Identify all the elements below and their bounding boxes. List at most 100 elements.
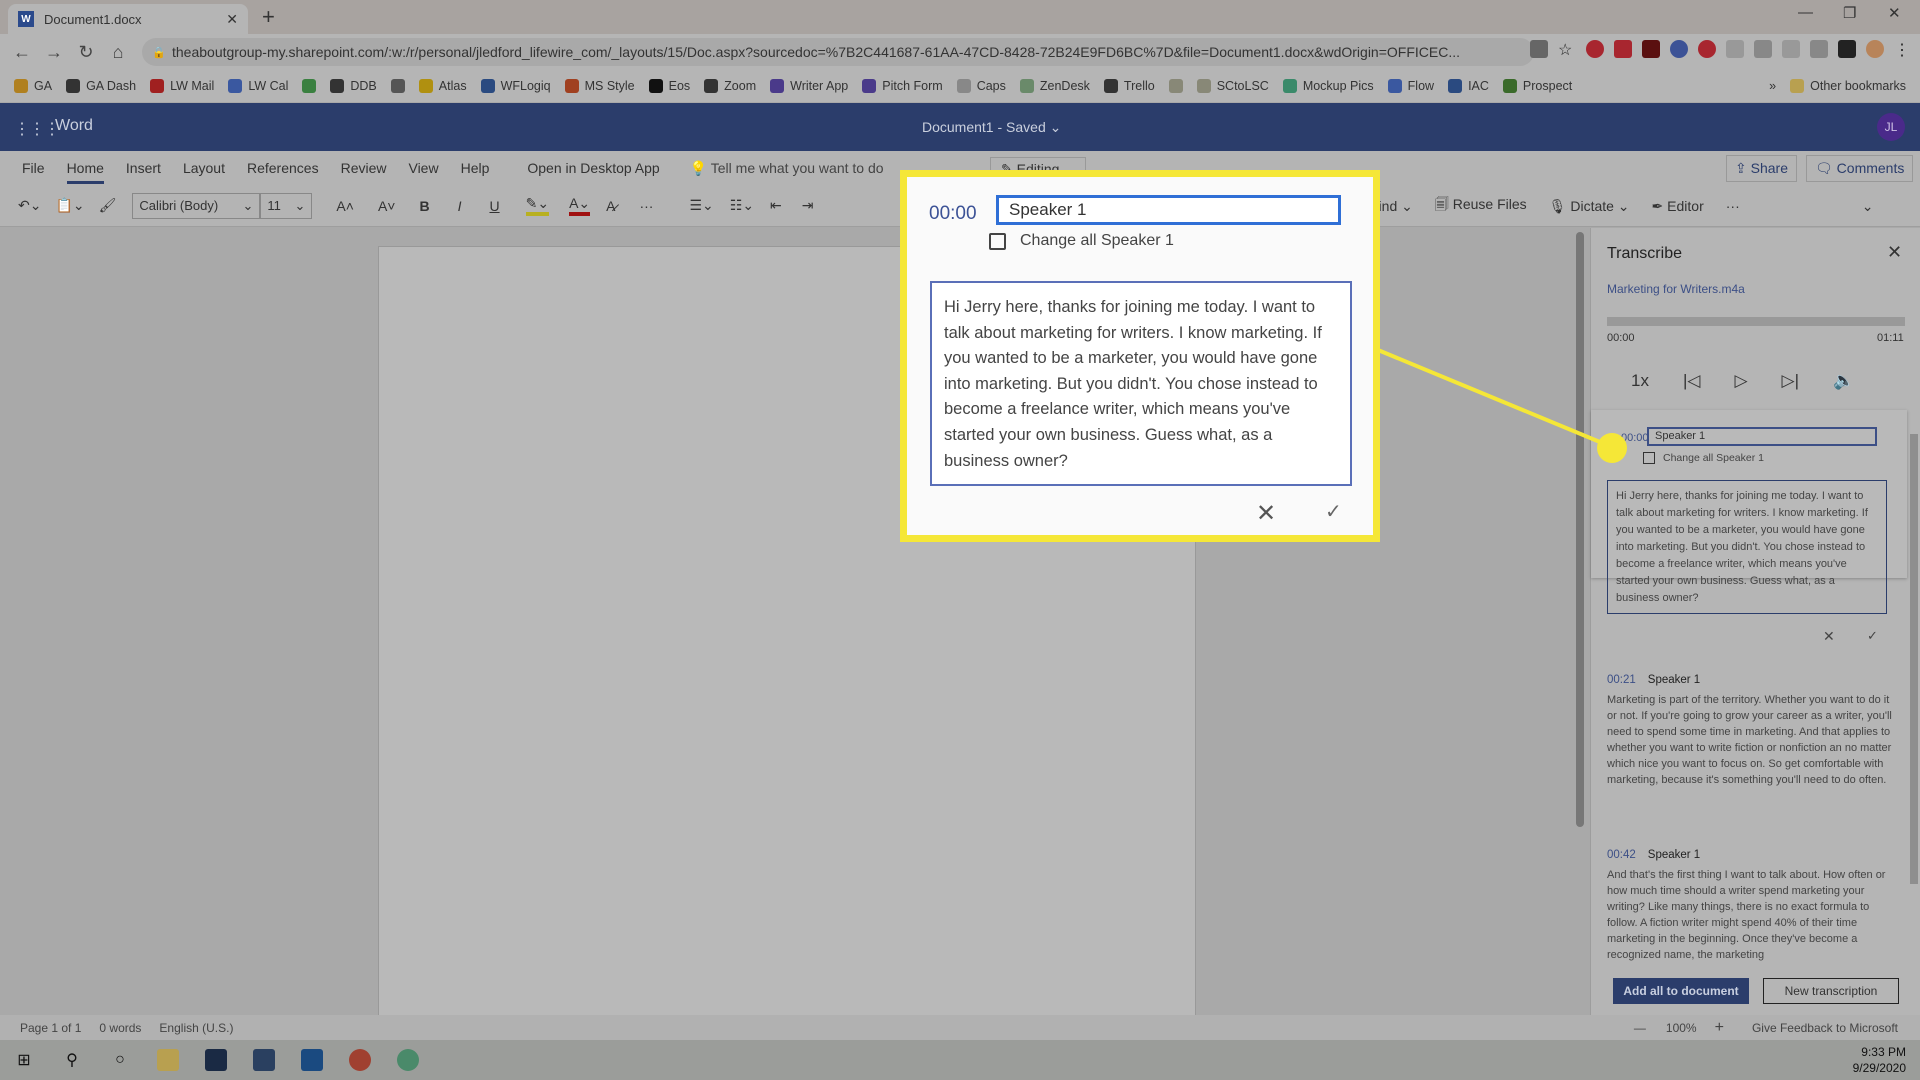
playback-progress-bar[interactable] [1607,317,1905,326]
transcript-segment[interactable]: 00:42 Speaker 1 And that's the first thin… [1607,847,1897,965]
star-icon[interactable]: ☆ [1558,40,1576,59]
grow-font-icon[interactable]: A˄ [336,198,354,214]
shrink-font-icon[interactable]: A˅ [378,198,396,214]
bookmark-item[interactable]: Eos [648,79,690,93]
bookmark-item[interactable]: IAC [1448,79,1489,93]
cancel-edit-icon[interactable]: ✕ [1823,628,1835,645]
camera-icon[interactable] [1530,40,1548,58]
zoom-in-icon[interactable]: + [1715,1019,1724,1037]
browser-tab[interactable]: W Document1.docx ✕ [8,4,248,34]
bookmark-item[interactable]: Caps [956,79,1006,93]
collapse-ribbon-icon[interactable]: ⌄ [1862,198,1874,215]
home-icon[interactable]: ⌂ [102,42,134,63]
segment-text-input[interactable]: Hi Jerry here, thanks for joining me tod… [1607,480,1887,614]
bookmark-item[interactable]: Mockup Pics [1282,79,1374,93]
photoshop-icon[interactable] [192,1040,240,1080]
reuse-files-button[interactable]: 🗐 Reuse Files [1435,194,1527,218]
confirm-edit-icon[interactable]: ✓ [1867,628,1878,644]
pinterest-icon[interactable] [1586,40,1604,58]
bookmark-item[interactable]: LW Cal [228,79,288,93]
windows-start-icon[interactable]: ⊞ [0,1040,48,1080]
language[interactable]: English (U.S.) [159,1021,233,1035]
callout-change-all-checkbox[interactable] [989,232,1006,250]
bookmark-item[interactable]: SCtoLSC [1196,79,1269,93]
reload-icon[interactable]: ↻ [70,42,102,63]
segment-time[interactable]: 00:42 [1607,849,1636,861]
extension-icon[interactable] [1782,40,1800,58]
bookmark-item[interactable]: GA [14,79,52,93]
close-window-button[interactable]: ✕ [1888,4,1901,22]
ribbon-tab-view[interactable]: View [408,156,438,180]
speaker-name-input[interactable]: Speaker 1 [1647,427,1877,446]
font-family-select[interactable]: Calibri (Body) ⌄ [132,192,261,219]
document-title[interactable]: Document1 - Saved ⌄ [922,119,1061,136]
segment-time[interactable]: 00:00 [1621,432,1649,444]
undo-icon[interactable]: ↶⌄ [18,197,41,214]
bookmark-item[interactable] [1168,79,1183,93]
extension-icon[interactable] [1754,40,1772,58]
callout-speaker-input[interactable]: Speaker 1 [996,195,1341,225]
editor-button[interactable]: ✒ Editor [1652,198,1704,215]
bold-icon[interactable]: B [419,198,429,214]
document-scrollbar[interactable] [1576,232,1584,827]
callout-change-all-row[interactable]: Change all Speaker 1 [989,232,1174,250]
search-icon[interactable]: ⚲ [48,1040,96,1080]
change-all-checkbox-row[interactable]: Change all Speaker 1 [1643,452,1764,464]
bookmark-item[interactable]: Writer App [770,79,848,93]
more-options-icon[interactable]: ··· [1726,198,1740,214]
volume-icon[interactable]: 🔈 [1833,371,1854,391]
skip-back-icon[interactable]: |◁ [1683,371,1701,391]
bookmarks-overflow[interactable]: » [1769,79,1776,93]
bookmark-item[interactable]: Pitch Form [862,79,943,93]
font-size-select[interactable]: 11 ⌄ [260,192,313,219]
share-button[interactable]: ⇪ Share [1726,155,1797,182]
file-explorer-icon[interactable] [144,1040,192,1080]
audio-file-link[interactable]: Marketing for Writers.m4a [1607,282,1745,296]
bookmark-item[interactable]: MS Style [564,79,635,93]
bookmark-item[interactable]: Trello [1103,79,1155,93]
paste-icon[interactable]: 📋⌄ [55,197,84,214]
other-bookmarks[interactable]: Other bookmarks [1790,79,1906,93]
flipboard-icon[interactable] [1614,40,1632,58]
profile-avatar[interactable] [1866,40,1884,58]
callout-cancel-icon[interactable]: ✕ [1256,499,1276,528]
numbering-icon[interactable]: ☷⌄ [730,197,754,214]
acrobat-icon[interactable] [1642,40,1660,58]
bookmark-item[interactable]: ZenDesk [1019,79,1090,93]
back-icon[interactable]: ← [6,42,38,63]
increase-indent-icon[interactable]: ⇥ [802,197,814,214]
bookmark-item[interactable]: WFLogiq [480,79,551,93]
close-tab-icon[interactable]: ✕ [226,11,238,28]
decrease-indent-icon[interactable]: ⇤ [770,197,782,214]
network-app-icon[interactable] [384,1040,432,1080]
ribbon-tab-open-in-desktop-app[interactable]: Open in Desktop App [527,156,659,180]
highlight-icon[interactable]: ✎⌄ [525,195,550,216]
underline-icon[interactable]: U [489,198,499,214]
close-icon[interactable]: ✕ [1887,242,1902,263]
ribbon-tab-help[interactable]: Help [461,156,490,180]
feedback-link[interactable]: Give Feedback to Microsoft [1752,1021,1898,1035]
zoom-out-icon[interactable]: — [1634,1021,1646,1035]
chrome-icon[interactable] [336,1040,384,1080]
bookmark-item[interactable] [302,79,317,93]
restore-button[interactable]: ❐ [1843,4,1856,22]
add-all-to-document-button[interactable]: Add all to document [1613,978,1749,1004]
bookmark-item[interactable]: Flow [1387,79,1434,93]
zoom-level[interactable]: 100% [1666,1021,1697,1035]
puzzle-icon[interactable] [1838,40,1856,58]
url-bar[interactable]: 🔒 theaboutgroup-my.sharepoint.com/:w:/r/… [142,38,1534,66]
more-icon[interactable]: ··· [639,198,653,214]
pane-scrollbar[interactable] [1909,424,1919,964]
bookmark-item[interactable]: DDB [330,79,377,93]
avatar[interactable]: JL [1877,113,1905,141]
clear-formatting-icon[interactable]: A̷ [606,198,615,214]
screenshot-icon[interactable] [1810,40,1828,58]
bookmark-item[interactable]: LW Mail [150,79,214,93]
minimize-button[interactable]: — [1798,4,1813,21]
app-name[interactable]: Word [55,117,93,135]
ribbon-tab-review[interactable]: Review [341,156,387,180]
play-icon[interactable]: ▷ [1734,371,1747,391]
italic-icon[interactable]: I [458,198,462,214]
ribbon-tab-references[interactable]: References [247,156,319,180]
extension-icon[interactable] [1698,40,1716,58]
